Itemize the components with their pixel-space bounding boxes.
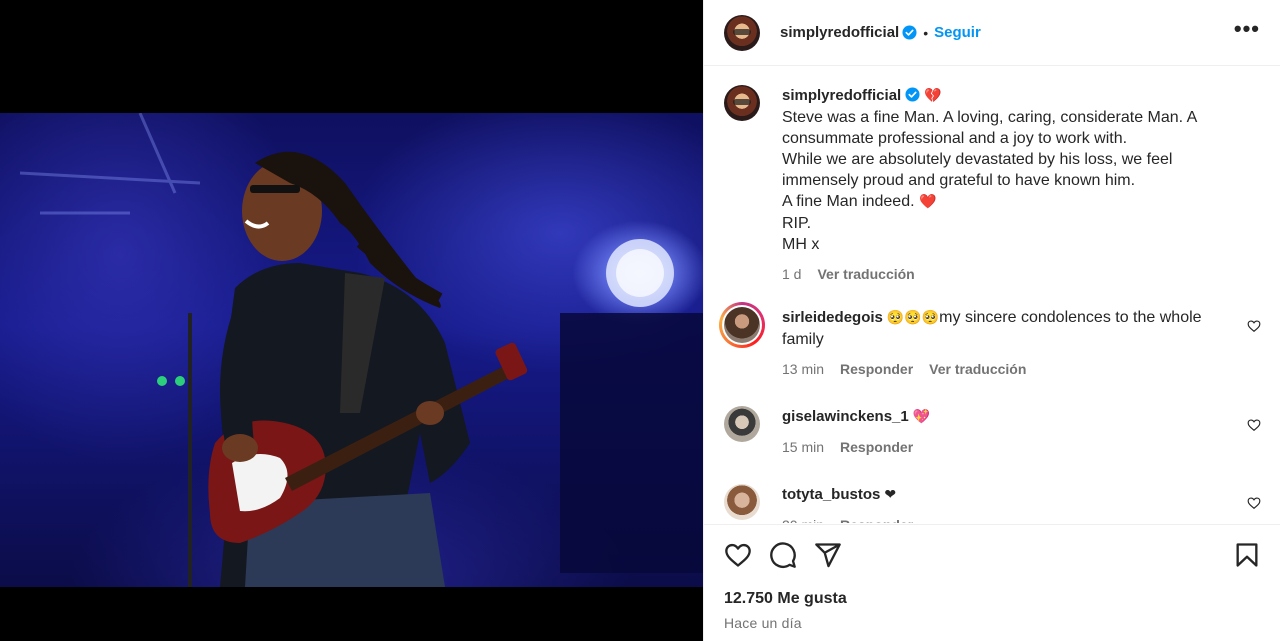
translate-button[interactable]: Ver traducción xyxy=(929,359,1026,380)
heart-emoji: ❤️ xyxy=(919,194,937,210)
caption-line: MH x xyxy=(782,236,820,253)
caption-meta: 1 d Ver traducción xyxy=(782,264,1225,285)
broken-heart-emoji: 💔 xyxy=(924,88,942,104)
caption-line: While we are absolutely devastated by hi… xyxy=(782,151,1173,168)
photo-illustration xyxy=(19,113,703,587)
follow-button[interactable]: Seguir xyxy=(934,24,981,41)
comment-body: totyta_bustos❤ 20 min Responder xyxy=(782,484,1261,523)
comments-list[interactable]: simplyredofficial 💔 Steve was a fine Man.… xyxy=(704,67,1280,523)
post-timestamp: Hace un día xyxy=(724,615,802,631)
verified-badge-icon xyxy=(905,87,920,102)
account-username[interactable]: simplyredofficial xyxy=(780,24,899,41)
commenter-avatar[interactable] xyxy=(724,484,760,520)
comment-item: totyta_bustos❤ 20 min Responder xyxy=(724,484,1261,523)
verified-badge-icon xyxy=(902,25,917,40)
comment-text: family xyxy=(782,331,824,348)
comment-body: giselawinckens_1 💖 15 min Responder xyxy=(782,406,1261,458)
caption-time[interactable]: 1 d xyxy=(782,264,801,285)
reply-button[interactable]: Responder xyxy=(840,359,913,380)
commenter-username[interactable]: totyta_bustos xyxy=(782,486,880,503)
caption-line: immensely proud and grateful to have kno… xyxy=(782,172,1136,189)
comment-item: giselawinckens_1 💖 15 min Responder xyxy=(724,406,1261,458)
pleading-face-emoji: 🥺🥺🥺 xyxy=(886,310,940,326)
comment-body: sirleidedegois 🥺🥺🥺my sincere condolences … xyxy=(782,307,1261,380)
comment-icon[interactable] xyxy=(769,541,797,569)
commenter-avatar[interactable] xyxy=(719,302,765,348)
share-icon[interactable] xyxy=(814,541,842,569)
heart-icon[interactable] xyxy=(724,541,752,569)
comment-time[interactable]: 13 min xyxy=(782,359,824,380)
bookmark-icon[interactable] xyxy=(1233,541,1261,569)
like-comment-heart-icon[interactable] xyxy=(1247,319,1261,333)
commenter-username[interactable]: giselawinckens_1 xyxy=(782,408,909,425)
sparkling-heart-emoji: 💖 xyxy=(912,409,931,425)
caption-line: Steve was a fine Man. A loving, caring, … xyxy=(782,109,1198,126)
post-actions: 12.750 Me gusta Hace un día xyxy=(704,524,1280,641)
caption-body: simplyredofficial 💔 Steve was a fine Man.… xyxy=(782,85,1261,285)
commenter-username[interactable]: sirleidedegois xyxy=(782,309,883,326)
comment-meta: 13 min Responder Ver traducción xyxy=(782,359,1225,380)
caption-line: consummate professional and a joy to wor… xyxy=(782,130,1128,147)
comment-meta: 15 min Responder xyxy=(782,437,1225,458)
separator-dot: • xyxy=(923,24,929,41)
comment-time[interactable]: 15 min xyxy=(782,437,824,458)
post-side-panel: simplyredofficial • Seguir ••• simplyred… xyxy=(703,0,1280,641)
commenter-avatar[interactable] xyxy=(724,406,760,442)
translate-button[interactable]: Ver traducción xyxy=(817,264,914,285)
heart-emoji: ❤ xyxy=(884,487,897,503)
post-header: simplyredofficial • Seguir ••• xyxy=(704,0,1280,66)
action-icons xyxy=(724,525,1261,585)
reply-button[interactable]: Responder xyxy=(840,515,913,523)
likes-count[interactable]: 12.750 Me gusta xyxy=(724,590,1261,608)
like-comment-heart-icon[interactable] xyxy=(1247,418,1261,432)
caption-line: RIP. xyxy=(782,215,812,232)
post-photo[interactable] xyxy=(0,113,703,587)
account-avatar[interactable] xyxy=(724,14,760,51)
comment-item: sirleidedegois 🥺🥺🥺my sincere condolences … xyxy=(719,302,1261,380)
more-options-icon[interactable]: ••• xyxy=(1234,17,1260,42)
post-media[interactable] xyxy=(0,0,703,641)
reply-button[interactable]: Responder xyxy=(840,437,913,458)
caption-username[interactable]: simplyredofficial xyxy=(782,87,901,104)
caption-line: A fine Man indeed. xyxy=(782,193,915,210)
like-comment-heart-icon[interactable] xyxy=(1247,496,1261,510)
comment-meta: 20 min Responder xyxy=(782,515,1225,523)
comment-time[interactable]: 20 min xyxy=(782,515,824,523)
caption-avatar[interactable] xyxy=(724,85,760,121)
caption: simplyredofficial 💔 Steve was a fine Man.… xyxy=(724,85,1261,285)
comment-text: my sincere condolences to the whole xyxy=(939,309,1202,326)
